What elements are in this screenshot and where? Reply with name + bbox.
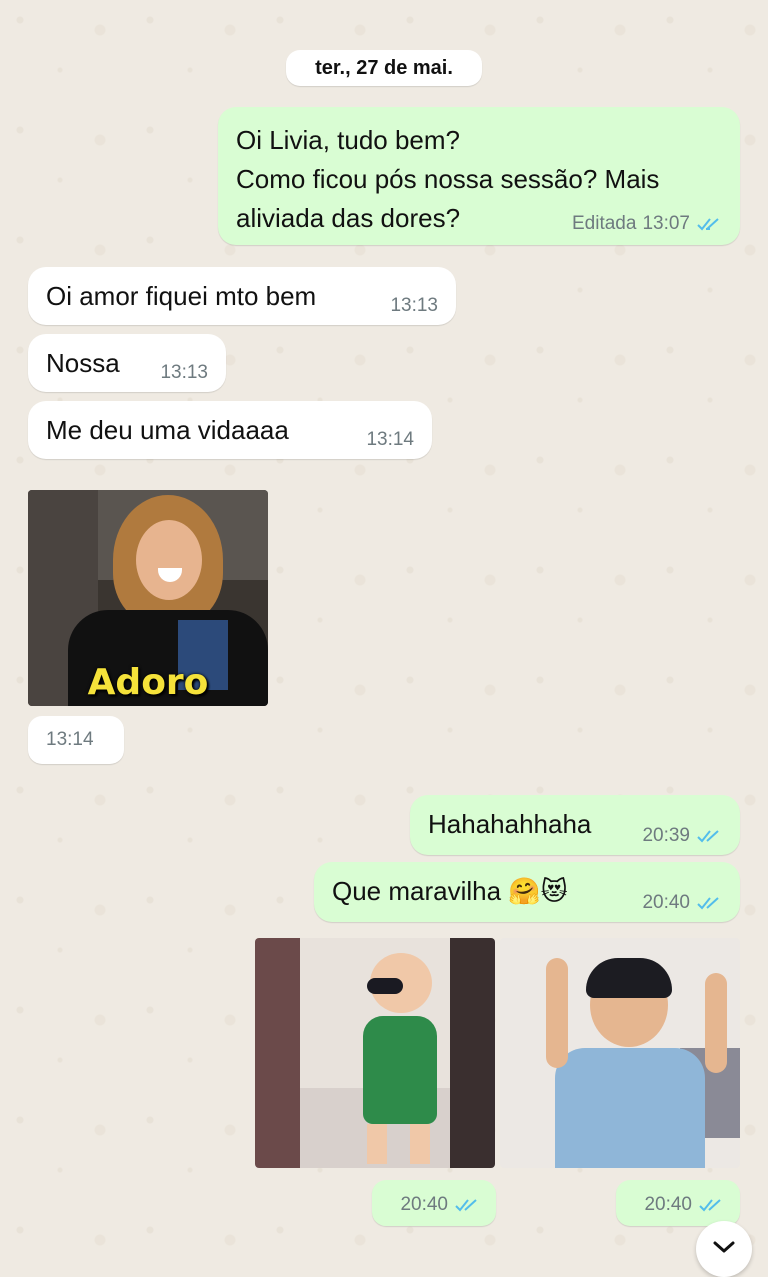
message-outgoing[interactable]: Oi Livia, tudo bem? Como ficou pós nossa…: [218, 107, 740, 245]
message-meta: 13:14: [366, 429, 414, 451]
message-text: Nossa: [46, 348, 120, 378]
chevron-down-icon: [712, 1240, 736, 1259]
message-outgoing[interactable]: Hahahahhaha 20:39: [410, 795, 740, 855]
gif-message[interactable]: Adoro: [28, 490, 268, 706]
gif-message[interactable]: [255, 938, 495, 1168]
message-time: 13:14: [366, 429, 414, 450]
message-time: 13:13: [160, 362, 208, 383]
message-incoming[interactable]: Me deu uma vidaaaa 13:14: [28, 401, 432, 459]
message-meta: 20:40: [400, 1194, 480, 1216]
gif-message[interactable]: [500, 938, 740, 1168]
message-text: Oi amor fiquei mto bem: [46, 281, 317, 311]
double-check-icon: [696, 895, 722, 911]
gif-time-pill: 20:40: [616, 1180, 740, 1226]
message-meta: Editada 13:07: [572, 213, 722, 235]
message-time: 13:14: [46, 729, 94, 750]
message-meta: 13:13: [390, 295, 438, 317]
message-meta: 20:40: [644, 1194, 724, 1216]
message-incoming[interactable]: Nossa 13:13: [28, 334, 226, 392]
message-time: 20:40: [642, 892, 690, 913]
message-meta: 13:13: [160, 362, 208, 384]
message-meta: 20:40: [642, 892, 722, 914]
double-check-icon: [454, 1197, 480, 1213]
double-check-icon: [696, 216, 722, 232]
message-time: 20:39: [642, 825, 690, 846]
date-label: ter., 27 de mai.: [315, 56, 453, 79]
message-time: 13:07: [642, 213, 690, 234]
message-outgoing[interactable]: Que maravilha 🤗😻 20:40: [314, 862, 740, 922]
message-text: Me deu uma vidaaaa: [46, 415, 289, 445]
date-separator: ter., 27 de mai.: [286, 50, 482, 86]
edited-label: Editada: [572, 213, 637, 234]
gif-time-pill: 13:14: [28, 716, 124, 764]
message-time: 20:40: [644, 1194, 692, 1215]
message-text: Que maravilha 🤗😻: [332, 876, 568, 906]
message-time: 13:13: [390, 295, 438, 316]
message-text: Hahahahhaha: [428, 809, 592, 839]
message-incoming[interactable]: Oi amor fiquei mto bem 13:13: [28, 267, 456, 325]
gif-time-pill: 20:40: [372, 1180, 496, 1226]
message-time: 20:40: [400, 1194, 448, 1215]
gif-caption: Adoro: [87, 662, 209, 703]
message-meta: 20:39: [642, 825, 722, 847]
double-check-icon: [696, 828, 722, 844]
double-check-icon: [698, 1197, 724, 1213]
scroll-to-bottom-button[interactable]: [696, 1221, 752, 1277]
